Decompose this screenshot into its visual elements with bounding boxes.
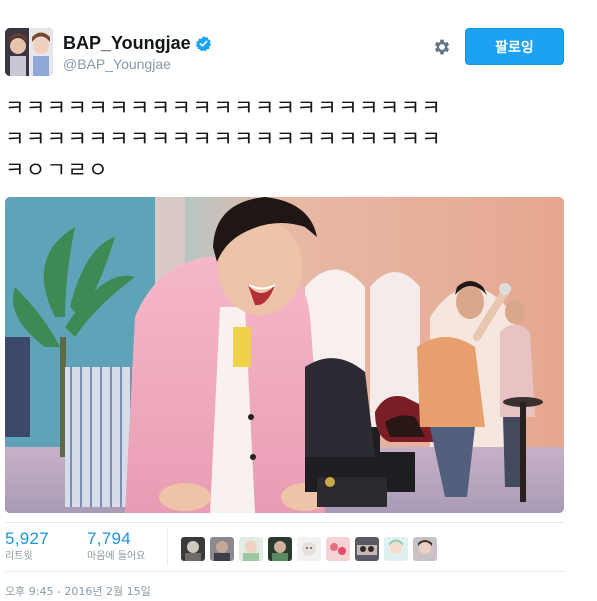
avatar-4-icon	[268, 537, 292, 561]
verified-badge-icon	[195, 35, 211, 51]
avatar-7-icon	[355, 537, 379, 561]
avatar-9-icon	[413, 537, 437, 561]
like-stat[interactable]: 7,794 마음에 들어요	[87, 529, 145, 565]
like-label: 마음에 들어요	[87, 551, 146, 562]
liker-avatar[interactable]	[268, 537, 292, 561]
stats-divider	[167, 529, 168, 566]
avatar-1-icon	[181, 537, 205, 561]
liker-avatar[interactable]	[384, 537, 408, 561]
tweet-text: ㅋㅋㅋㅋㅋㅋㅋㅋㅋㅋㅋㅋㅋㅋㅋㅋㅋㅋㅋㅋㅋ ㅋㅋㅋㅋㅋㅋㅋㅋㅋㅋㅋㅋㅋㅋㅋㅋㅋㅋ…	[5, 93, 565, 186]
avatar-3-icon	[239, 537, 263, 561]
liker-avatar[interactable]	[326, 537, 350, 561]
display-name-row[interactable]: BAP_Youngjae	[63, 32, 212, 54]
avatar-2-icon	[210, 537, 234, 561]
display-name[interactable]: BAP_Youngjae	[63, 32, 191, 54]
liker-avatar[interactable]	[355, 537, 379, 561]
avatar-5-icon	[297, 537, 321, 561]
liker-avatar[interactable]	[413, 537, 437, 561]
liker-avatar[interactable]	[239, 537, 263, 561]
user-identity: BAP_Youngjae @BAP_Youngjae	[63, 32, 212, 74]
tweet-text-line: ㅋㅋㅋㅋㅋㅋㅋㅋㅋㅋㅋㅋㅋㅋㅋㅋㅋㅋㅋㅋㅋ	[5, 127, 443, 151]
tweet-header: BAP_Youngjae @BAP_Youngjae 팔로잉	[5, 28, 565, 78]
gear-icon[interactable]	[432, 37, 452, 57]
user-handle[interactable]: @BAP_Youngjae	[63, 54, 212, 74]
avatar-6-icon	[326, 537, 350, 561]
tweet-timestamp[interactable]: 오후 9:45 - 2016년 2월 15일	[5, 585, 151, 599]
retweet-count[interactable]: 5,927	[5, 529, 49, 549]
liker-avatar[interactable]	[210, 537, 234, 561]
retweet-label: 리트윗	[5, 551, 33, 562]
likers-avatar-list	[181, 537, 437, 561]
avatar-8-icon	[384, 537, 408, 561]
retweet-stat[interactable]: 5,927 리트윗	[5, 529, 49, 565]
like-count[interactable]: 7,794	[87, 529, 145, 549]
profile-photo-icon	[5, 28, 53, 76]
following-button[interactable]: 팔로잉	[465, 28, 564, 65]
profile-avatar[interactable]	[5, 28, 53, 76]
tweet-text-line: ㅋㅇㄱㄹㅇ	[5, 158, 110, 182]
tweet-text-line: ㅋㅋㅋㅋㅋㅋㅋㅋㅋㅋㅋㅋㅋㅋㅋㅋㅋㅋㅋㅋㅋ	[5, 96, 443, 120]
liker-avatar[interactable]	[181, 537, 205, 561]
tweet-media-photo[interactable]	[5, 197, 564, 513]
media-photo-icon	[5, 197, 564, 513]
tweet-stats: 5,927 리트윗 7,794 마음에 들어요	[5, 522, 565, 572]
liker-avatar[interactable]	[297, 537, 321, 561]
